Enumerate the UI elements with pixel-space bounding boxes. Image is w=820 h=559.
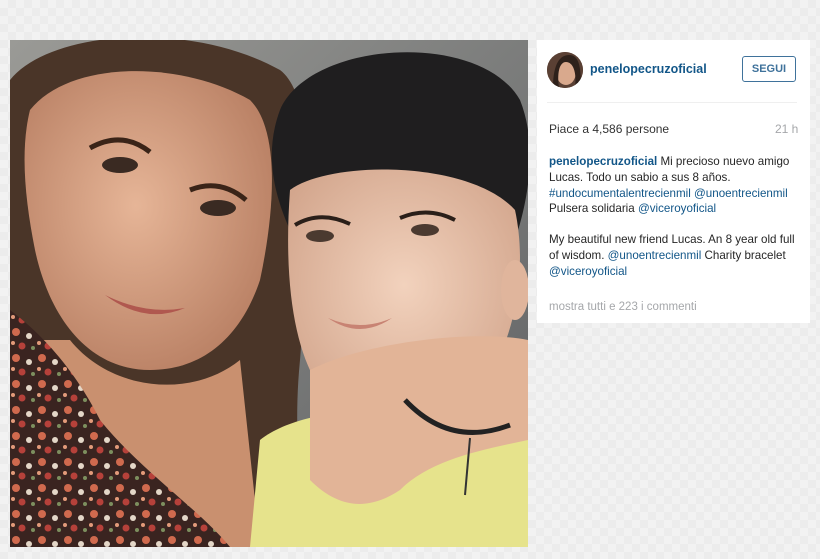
mention-link[interactable]: @viceroyoficial [549, 265, 627, 278]
follow-button[interactable]: SEGUI [742, 56, 796, 82]
post-header: penelopecruzoficial SEGUI [537, 40, 810, 102]
hashtag-link[interactable]: #undocumentalentrecienmil [549, 187, 691, 200]
mention-link[interactable]: @unoentrecienmil [694, 187, 788, 200]
post-timestamp[interactable]: 21 h [775, 122, 798, 136]
post-panel: penelopecruzoficial SEGUI Piace a 4,586 … [537, 40, 810, 323]
caption-username-link[interactable]: penelopecruzoficial [549, 155, 657, 168]
caption-text: Pulsera solidaria [549, 202, 635, 216]
caption-paragraph-en: My beautiful new friend Lucas. An 8 year… [549, 232, 801, 279]
post-photo [10, 40, 528, 547]
caption-text: Charity bracelet [704, 248, 786, 262]
caption-paragraph-es: penelopecruzoficial Mi precioso nuevo am… [549, 154, 801, 217]
avatar[interactable] [547, 52, 583, 88]
divider [547, 102, 797, 103]
username-link[interactable]: penelopecruzoficial [590, 62, 707, 76]
likes-count[interactable]: Piace a 4,586 persone [549, 122, 669, 136]
mention-link[interactable]: @viceroyoficial [638, 202, 716, 215]
view-all-comments-link[interactable]: mostra tutti e 223 i commenti [549, 301, 697, 313]
post-caption: penelopecruzoficial Mi precioso nuevo am… [549, 154, 801, 280]
post-image [10, 40, 528, 547]
mention-link[interactable]: @unoentrecienmil [608, 249, 702, 262]
avatar-image [547, 52, 583, 88]
